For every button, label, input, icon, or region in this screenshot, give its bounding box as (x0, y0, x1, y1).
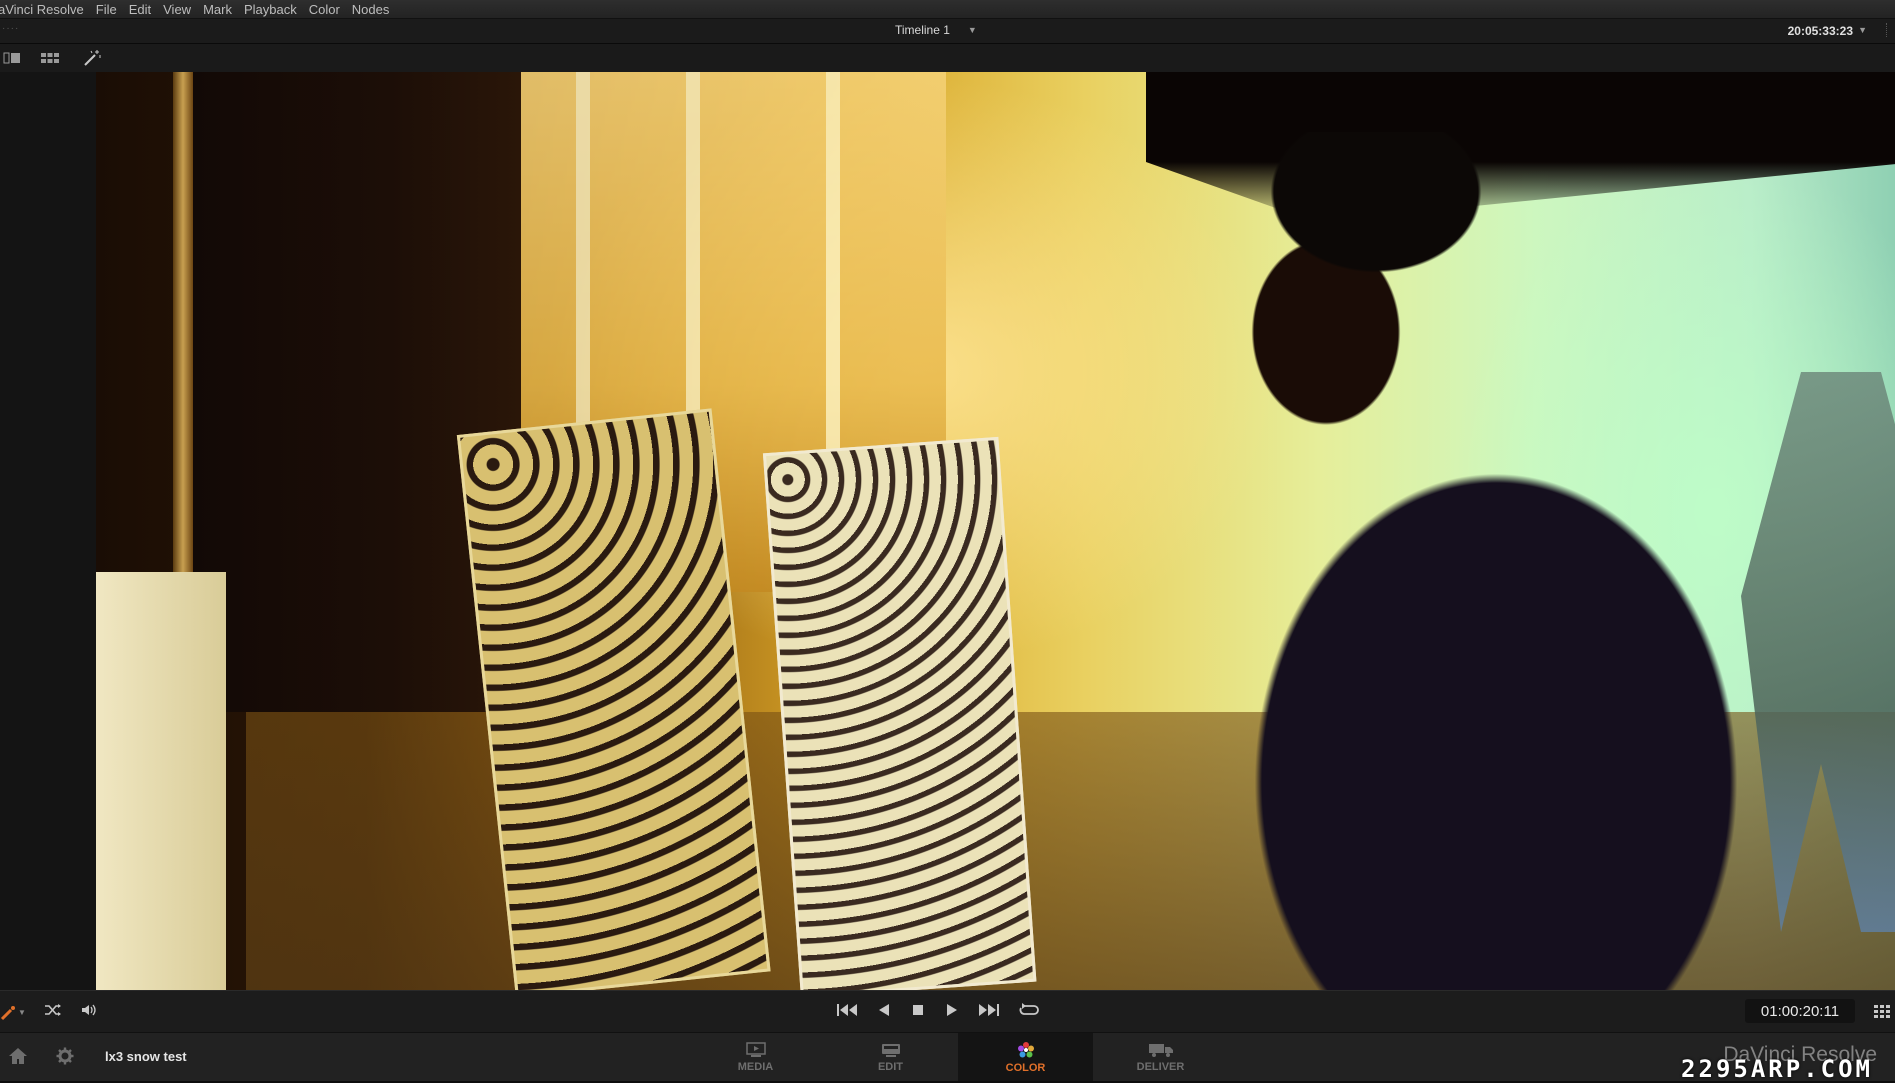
page-navigation-bar: lx3 snow test MEDIA EDIT COLOR DELIVER D… (0, 1032, 1895, 1083)
video-viewer[interactable] (96, 72, 1895, 990)
transport-bar: ▼ 01:00:20:11 (0, 990, 1895, 1033)
grid-viewer-icon[interactable] (38, 48, 62, 68)
chevron-down-icon[interactable]: ▼ (1858, 25, 1867, 35)
shuffle-icon[interactable] (44, 1003, 62, 1022)
single-viewer-icon[interactable] (0, 48, 24, 68)
color-wheel-icon (1017, 1041, 1034, 1057)
menu-color[interactable]: Color (309, 2, 340, 17)
panel-resize-handle[interactable] (1886, 23, 1893, 37)
brush-icon[interactable]: ▼ (0, 1005, 26, 1021)
chevron-down-icon[interactable]: ▼ (968, 25, 977, 35)
menu-edit[interactable]: Edit (129, 2, 151, 17)
play-reverse-icon[interactable] (876, 1002, 892, 1023)
timeline-selector[interactable]: Timeline 1 ▼ (895, 23, 1095, 37)
timeline-name: Timeline 1 (895, 23, 950, 37)
doorway-image (191, 72, 521, 712)
menu-nodes[interactable]: Nodes (352, 2, 390, 17)
playhead-timecode[interactable]: 01:00:20:11 (1745, 999, 1855, 1023)
menu-file[interactable]: File (96, 2, 117, 17)
truck-icon (1148, 1043, 1173, 1057)
skip-to-start-icon[interactable] (836, 1002, 858, 1023)
skip-to-end-icon[interactable] (978, 1002, 1000, 1023)
loop-icon[interactable] (1018, 1002, 1040, 1023)
stop-icon[interactable] (910, 1002, 926, 1023)
viewer-toolbar (0, 44, 1895, 72)
current-timecode: 20:05:33:23 (1787, 24, 1853, 38)
woman-silhouette-image (1136, 132, 1895, 990)
tab-edit[interactable]: EDIT (823, 1033, 958, 1081)
watermark-text: 2295ARP.COM (1681, 1055, 1873, 1083)
tab-media[interactable]: MEDIA (688, 1033, 823, 1081)
tab-edit-label: EDIT (877, 1060, 904, 1073)
edit-icon (881, 1043, 900, 1057)
tab-color-label: COLOR (1005, 1061, 1046, 1074)
app-name[interactable]: aVinci Resolve (0, 2, 84, 17)
tab-color[interactable]: COLOR (958, 1033, 1093, 1081)
play-icon[interactable] (944, 1002, 960, 1023)
home-icon[interactable] (8, 1047, 28, 1070)
menu-view[interactable]: View (163, 2, 191, 17)
gear-icon[interactable] (56, 1047, 74, 1070)
speaker-icon[interactable] (80, 1003, 98, 1022)
left-panel (0, 72, 96, 990)
menu-bar: aVinci Resolve File Edit View Mark Playb… (0, 0, 1895, 19)
title-bar: ···· Timeline 1 ▼ 20:05:33:23 ▼ (0, 19, 1895, 44)
magic-wand-icon[interactable] (80, 48, 104, 68)
project-name: lx3 snow test (105, 1049, 187, 1064)
drag-grip-icon[interactable]: ···· (2, 23, 19, 34)
earring-board-image (762, 436, 1037, 990)
tab-media-label: MEDIA (737, 1060, 774, 1073)
tab-deliver-label: DELIVER (1136, 1060, 1185, 1073)
media-icon (745, 1041, 766, 1057)
grid-options-icon[interactable] (1873, 1003, 1891, 1024)
tab-deliver[interactable]: DELIVER (1093, 1033, 1228, 1081)
page-tabs: MEDIA EDIT COLOR DELIVER (688, 1033, 1228, 1081)
menu-playback[interactable]: Playback (244, 2, 297, 17)
menu-mark[interactable]: Mark (203, 2, 232, 17)
necklace-board-image (96, 572, 226, 990)
